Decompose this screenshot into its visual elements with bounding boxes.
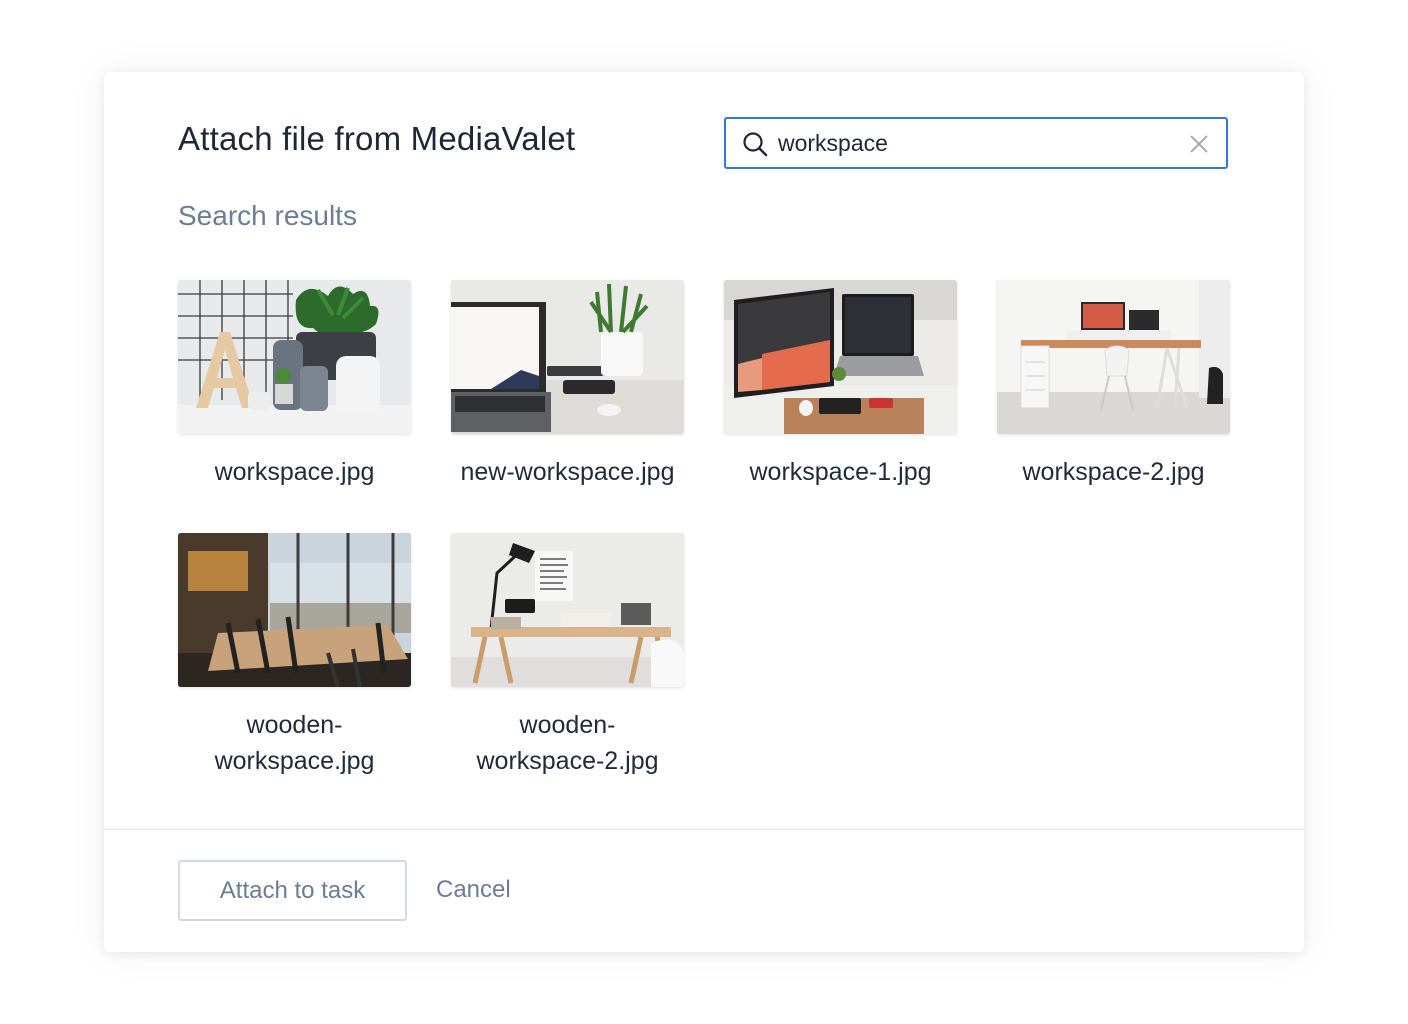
search-results-heading: Search results	[178, 200, 357, 231]
file-name: workspace.jpg	[214, 458, 375, 486]
cancel-button[interactable]: Cancel	[436, 872, 511, 908]
file-thumbnail[interactable]	[178, 533, 411, 687]
file-name: workspace-1.jpg	[749, 458, 932, 486]
file-thumbnail[interactable]	[451, 280, 684, 434]
file-card[interactable]: new-workspace.jpg	[451, 280, 684, 490]
search-icon	[743, 132, 768, 157]
file-card[interactable]: workspace-1.jpg	[724, 280, 957, 490]
file-name: workspace-2.jpg	[1022, 458, 1205, 486]
file-thumbnail[interactable]	[178, 280, 411, 434]
close-icon[interactable]	[1188, 133, 1210, 155]
footer-divider	[104, 828, 1304, 830]
file-card[interactable]: wooden- workspace-2.jpg	[451, 533, 684, 779]
file-card[interactable]: workspace.jpg	[178, 280, 411, 490]
dialog-title: Attach file from MediaValet	[178, 120, 576, 157]
file-name-line: workspace-2.jpg	[476, 747, 659, 775]
search-input[interactable]	[778, 129, 1158, 157]
file-name-line: wooden-	[246, 711, 343, 739]
file-card[interactable]: workspace-2.jpg	[997, 280, 1230, 490]
file-name: wooden- workspace-2.jpg	[451, 707, 684, 779]
file-thumbnail[interactable]	[724, 280, 957, 434]
file-name-line: wooden-	[519, 711, 616, 739]
file-name-line: workspace.jpg	[214, 747, 375, 775]
attach-file-dialog: Attach file from MediaValet Search resul…	[104, 72, 1304, 952]
file-thumbnail[interactable]	[451, 533, 684, 687]
search-field[interactable]	[724, 117, 1228, 169]
file-card[interactable]: wooden- workspace.jpg	[178, 533, 411, 779]
file-name: wooden- workspace.jpg	[178, 707, 411, 779]
file-thumbnail[interactable]	[997, 280, 1230, 434]
attach-to-task-button[interactable]: Attach to task	[178, 860, 407, 921]
file-name: new-workspace.jpg	[460, 458, 675, 486]
